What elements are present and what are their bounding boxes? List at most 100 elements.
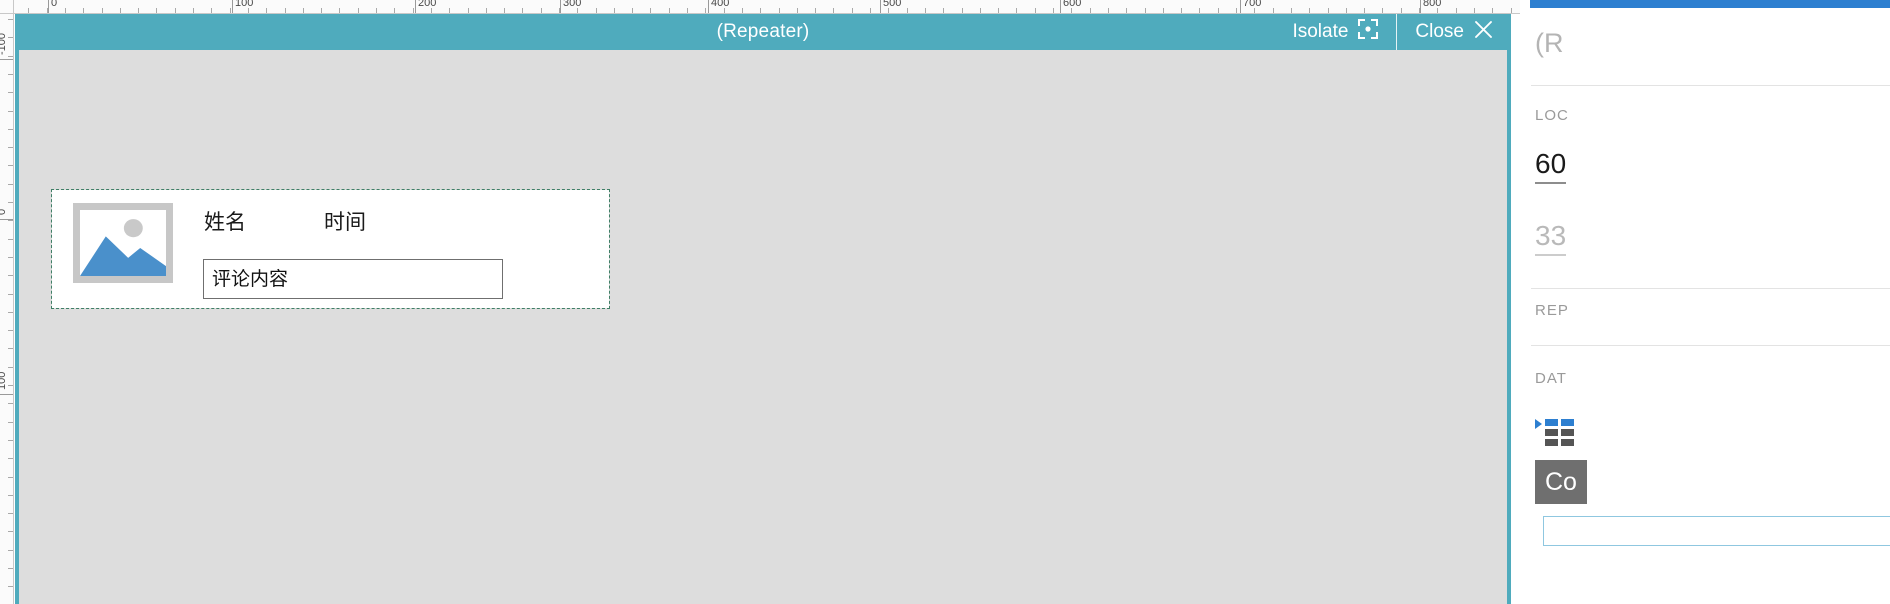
ruler-tick xyxy=(285,8,286,13)
ruler-tick-major xyxy=(48,0,49,13)
ruler-tick xyxy=(650,8,651,13)
ruler-tick xyxy=(1181,8,1182,13)
ruler-tick-major xyxy=(0,59,13,60)
ruler-tick xyxy=(8,531,13,532)
ruler-label: 300 xyxy=(563,0,582,9)
ruler-tick xyxy=(1511,8,1512,13)
location-x-field[interactable]: 60 xyxy=(1535,148,1567,184)
isolation-canvas[interactable]: 姓名 时间 评论内容 xyxy=(19,50,1507,604)
isolate-button-label: Isolate xyxy=(1292,21,1349,42)
ruler-tick xyxy=(8,330,13,331)
image-placeholder-icon[interactable] xyxy=(73,203,173,283)
close-x-icon xyxy=(1474,20,1493,45)
ruler-tick xyxy=(1382,8,1383,13)
ruler-label: 0 xyxy=(51,0,58,9)
ruler-tick xyxy=(614,8,615,13)
ruler-tick xyxy=(266,8,267,13)
ruler-tick xyxy=(596,8,597,13)
ruler-tick xyxy=(8,257,13,258)
ruler-tick xyxy=(1218,8,1219,13)
location-y-field[interactable]: 33 xyxy=(1535,220,1567,256)
ruler-tick xyxy=(1401,8,1402,13)
close-button[interactable]: Close xyxy=(1397,14,1511,50)
repeater-section-label: REP xyxy=(1535,302,1569,319)
inspector-sidebar: (R LOC 60 33 REP DAT Co xyxy=(1520,0,1890,604)
ruler-tick xyxy=(687,8,688,13)
ruler-tick xyxy=(8,239,13,240)
ruler-tick xyxy=(8,202,13,203)
focus-target-icon xyxy=(1358,19,1379,45)
ruler-tick xyxy=(1163,8,1164,13)
repeater-item[interactable]: 姓名 时间 评论内容 xyxy=(51,189,610,309)
sidebar-accent-bar xyxy=(1530,0,1890,8)
ruler-tick xyxy=(8,19,13,20)
ruler-tick xyxy=(1364,8,1365,13)
ruler-tick xyxy=(8,440,13,441)
ruler-tick xyxy=(83,8,84,13)
ruler-label: 100 xyxy=(235,0,254,9)
ruler-tick xyxy=(8,37,13,38)
ruler-tick xyxy=(211,8,212,13)
ruler-tick-major xyxy=(1240,0,1241,13)
ruler-tick xyxy=(1199,8,1200,13)
ruler-tick xyxy=(815,8,816,13)
ruler-tick xyxy=(8,184,13,185)
comment-input[interactable]: 评论内容 xyxy=(203,259,503,299)
ruler-tick xyxy=(394,8,395,13)
ruler-tick xyxy=(193,8,194,13)
ruler-label: 400 xyxy=(711,0,730,9)
ruler-tick xyxy=(8,385,13,386)
ruler-label: 0 xyxy=(0,209,8,215)
ruler-tick-major xyxy=(1060,0,1061,13)
ruler-tick xyxy=(8,294,13,295)
ruler-tick xyxy=(138,8,139,13)
ruler-label: 600 xyxy=(1063,0,1082,9)
ruler-tick xyxy=(779,8,780,13)
ruler-tick xyxy=(120,8,121,13)
ruler-tick xyxy=(8,422,13,423)
ruler-tick xyxy=(1016,8,1017,13)
ruler-tick xyxy=(1492,8,1493,13)
axure-isolation-view: 0 100 200 300 400 500 600 700 800 -100 0 100 (Repe… xyxy=(0,0,1890,604)
ruler-tick xyxy=(1291,8,1292,13)
ruler-tick xyxy=(669,8,670,13)
ruler-tick xyxy=(468,8,469,13)
ruler-label: 200 xyxy=(418,0,437,9)
ruler-tick xyxy=(980,8,981,13)
titlebar-actions: Isolate Close xyxy=(1274,14,1511,50)
location-y-underline xyxy=(1535,254,1567,256)
ruler-tick-major xyxy=(0,394,13,395)
ruler-tick-major xyxy=(1420,0,1421,13)
ruler-tick xyxy=(175,8,176,13)
data-section-label: DAT xyxy=(1535,370,1567,387)
data-table-icon[interactable] xyxy=(1535,415,1581,449)
ruler-tick xyxy=(943,8,944,13)
ruler-label: 700 xyxy=(1243,0,1262,9)
ruler-label: 100 xyxy=(0,371,8,390)
ruler-tick xyxy=(870,8,871,13)
ruler-tick xyxy=(449,8,450,13)
ruler-corner xyxy=(0,0,14,14)
ruler-tick xyxy=(8,568,13,569)
isolate-button[interactable]: Isolate xyxy=(1274,14,1396,50)
sidebar-divider-2 xyxy=(1531,288,1890,289)
ruler-tick xyxy=(156,8,157,13)
ruler-label: -100 xyxy=(0,32,8,55)
ruler-tick xyxy=(541,8,542,13)
ruler-tick xyxy=(376,8,377,13)
edit-data-button[interactable]: Co xyxy=(1535,460,1587,504)
ruler-tick xyxy=(1474,8,1475,13)
ruler-tick xyxy=(1346,8,1347,13)
ruler-tick xyxy=(742,8,743,13)
ruler-label: 500 xyxy=(883,0,902,9)
ruler-tick xyxy=(339,8,340,13)
object-name-field[interactable]: (R xyxy=(1535,28,1564,59)
data-grid-input[interactable] xyxy=(1543,516,1890,546)
ruler-tick xyxy=(230,8,231,13)
ruler-tick xyxy=(8,220,13,221)
location-x-value: 60 xyxy=(1535,148,1567,179)
ruler-tick xyxy=(760,8,761,13)
ruler-tick xyxy=(8,129,13,130)
ruler-tick xyxy=(8,56,13,57)
vertical-ruler[interactable]: -100 0 100 xyxy=(0,14,14,604)
